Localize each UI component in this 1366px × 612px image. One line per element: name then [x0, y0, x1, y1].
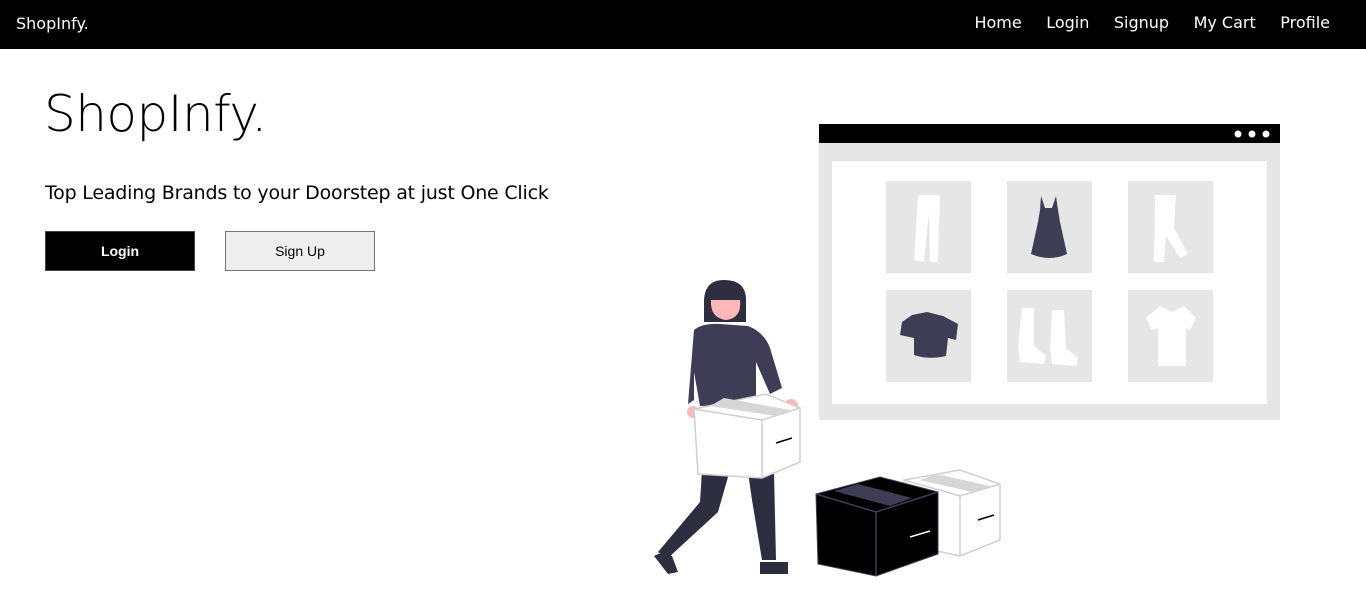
login-button[interactable]: Login [45, 231, 195, 271]
brand-logo-link[interactable]: ShopInfy. [16, 13, 89, 35]
floor-box-black-graphic [815, 476, 939, 577]
carried-box-graphic [693, 393, 801, 479]
nav-link-login[interactable]: Login [1046, 12, 1089, 34]
nav-link-my-cart[interactable]: My Cart [1194, 12, 1256, 34]
nav-link-home[interactable]: Home [974, 12, 1021, 34]
hero-title: ShopInfy. [44, 85, 267, 143]
nav-links: Home Login Signup My Cart Profile [950, 12, 1330, 34]
hero-subtitle: Top Leading Brands to your Doorstep at j… [45, 182, 549, 204]
top-navbar: ShopInfy. Home Login Signup My Cart Prof… [0, 0, 1366, 49]
nav-link-signup[interactable]: Signup [1114, 12, 1169, 34]
nav-link-profile[interactable]: Profile [1280, 12, 1330, 34]
browser-window-graphic [819, 124, 1280, 420]
shopping-illustration [654, 124, 1280, 577]
signup-button[interactable]: Sign Up [225, 231, 375, 271]
